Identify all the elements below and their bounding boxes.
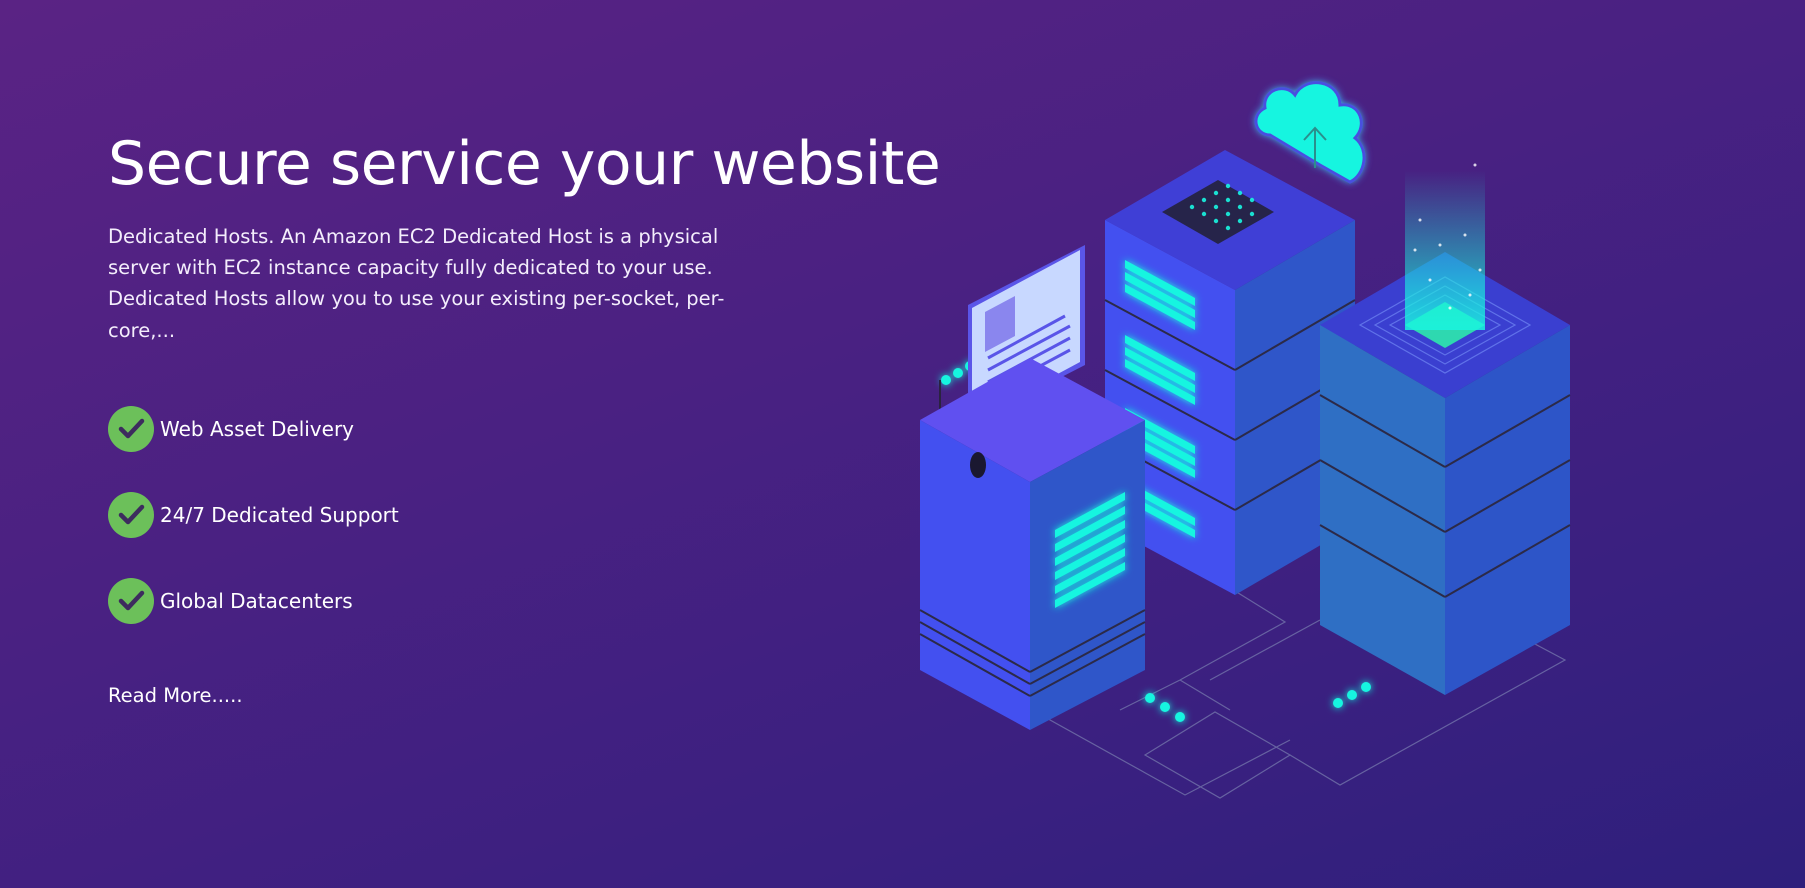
server-illustration [919, 81, 1571, 799]
read-more-link[interactable]: Read More..... [108, 684, 243, 707]
checkmark-icon [108, 577, 154, 624]
hero-title: Secure service your website [108, 129, 941, 199]
hero-section: Secure service your website Dedicated Ho… [0, 0, 1805, 888]
hero-content: Secure service your website Dedicated Ho… [108, 129, 941, 707]
feature-label: 24/7 Dedicated Support [160, 502, 399, 527]
server-rack-icon [1319, 163, 1571, 695]
hero-description: Dedicated Hosts. An Amazon EC2 Dedicated… [108, 225, 725, 342]
front-server-icon [919, 358, 1146, 730]
checkmark-icon [108, 405, 154, 452]
feature-item-dedicated-support: 24/7 Dedicated Support [108, 491, 888, 538]
feature-label: Global Datacenters [160, 588, 353, 613]
feature-list: Web Asset Delivery 24/7 Dedicated Suppor… [108, 405, 888, 624]
checkmark-icon [108, 491, 154, 538]
cloud-upload-icon [1254, 81, 1366, 184]
feature-item-global-datacenters: Global Datacenters [108, 577, 888, 624]
feature-item-web-asset-delivery: Web Asset Delivery [108, 405, 888, 452]
feature-label: Web Asset Delivery [160, 416, 355, 441]
